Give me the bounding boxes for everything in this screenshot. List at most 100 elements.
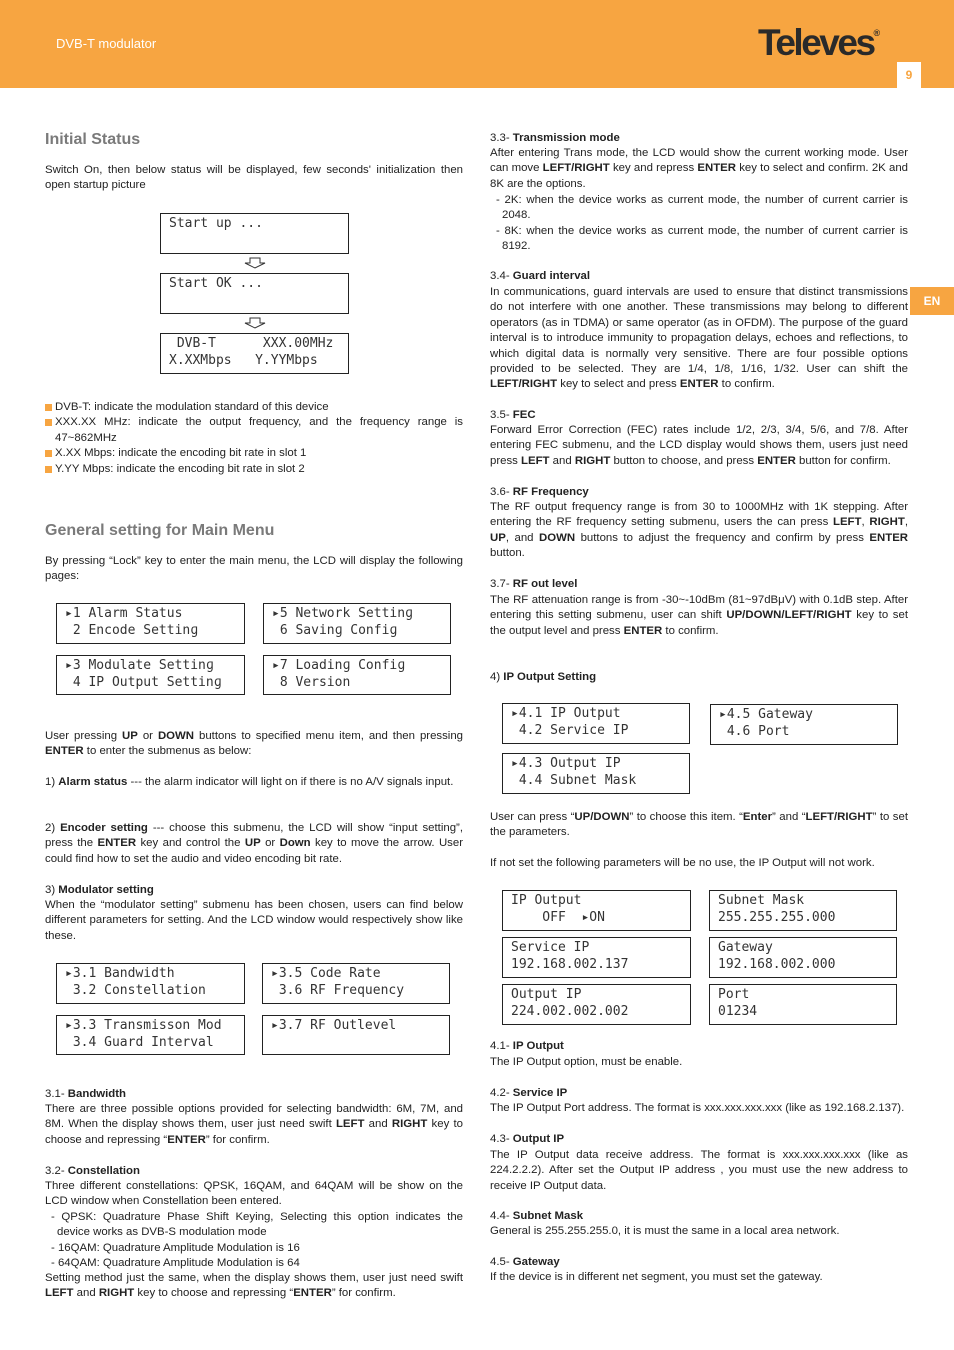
paragraph: In communications, guard intervals are u… [490, 285, 908, 393]
text-run: 4.5- [490, 1256, 513, 1268]
lcd-line: ▸7 Loadinɡ Confiɡ [272, 658, 406, 673]
lcd-display: IP Output OFF ▸ON [502, 890, 691, 931]
bold-text: Enter [742, 811, 773, 823]
text-run: The IP Output data receive address. The … [490, 1149, 908, 1192]
lcd-line: ▸4.3 Output IP [511, 756, 621, 771]
bold-text: ENTER [869, 531, 909, 544]
lcd-display: ▸3.5 Code Rate 3.6 RF Frequency [262, 963, 450, 1004]
bold-text: UP [244, 837, 261, 850]
paragraph: Forward Error Correction (FEC) rates inc… [490, 423, 908, 469]
lcd-line: 4 IP Output Settinɡ [65, 674, 222, 690]
bold-text: ENTER [97, 837, 137, 850]
text-run: User can press “ [490, 811, 575, 823]
text-run: If not set the following parameters will… [490, 857, 875, 869]
lcd-display: ▸4.5 Gateway 4.6 Port [710, 704, 898, 745]
text-run: The IP Output option, must be enable. [490, 1056, 683, 1068]
paragraph: If the device is in different net segmen… [490, 1270, 908, 1285]
bold-text: LEFT/RIGHT [805, 811, 873, 823]
subheading: 3.7- RF out level [490, 577, 908, 592]
text-run: 3.2- [45, 1165, 68, 1177]
text-run: 4) [490, 671, 504, 683]
bold-text: UP [490, 531, 506, 544]
lcd-line: 255.255.255.000 [718, 909, 836, 925]
subheading: 4.1- IP Output [490, 1039, 908, 1054]
bold-text: Alarm status [58, 776, 128, 788]
list-item: - 8K: when the device works as current m… [496, 224, 908, 253]
lcd-line [271, 1035, 441, 1052]
arrow-down-icon [244, 317, 266, 329]
lcd-display: ▸3.1 Bandwidth 3.2 Constellation [56, 963, 245, 1004]
text-run: , and [505, 531, 539, 544]
lcd-display: Port 01234 [709, 984, 897, 1025]
bold-text: Subnet Mask [512, 1210, 584, 1222]
lcd-display: Gateway 192.168.002.000 [709, 937, 897, 978]
lcd-display: ▸7 Loadinɡ Confiɡ 8 Version [263, 655, 451, 695]
text-run: to enter the submenus as below: [83, 745, 252, 758]
lcd-display: ▸4.1 IP Output 4.2 Service IP [502, 703, 690, 744]
text-run: and [364, 1118, 392, 1131]
subheading: 3.6- RF Frequency [490, 485, 908, 500]
text-run: key and control the [136, 837, 245, 850]
text-run: 2) [45, 822, 61, 834]
bold-text: RF Frequency [512, 486, 589, 498]
lcd-line: Start OK ... [169, 276, 263, 291]
section-title: General setting for Main Menu [45, 522, 275, 539]
subheading: 3.1- Bandwidth [45, 1087, 463, 1102]
text-run: The IP Output Port address. The format i… [490, 1102, 905, 1114]
lcd-line: ▸4.1 IP Output [511, 706, 621, 721]
lcd-line [169, 293, 340, 310]
language-tab: EN [910, 287, 954, 315]
text-run: 3.1- [45, 1088, 68, 1100]
lcd-line: 4.6 Port [719, 723, 790, 739]
bold-text: ENTER [697, 162, 736, 175]
lcd-display: ▸5 Network Settinɡ 6 Savinɡ Confiɡ [263, 603, 451, 644]
bold-text: Gateway [512, 1256, 560, 1268]
lcd-display: ▸4.3 Output IP 4.4 Subnet Mask [502, 753, 690, 794]
lcd-display: ▸3 Modulate Settinɡ 4 IP Output Settinɡ [56, 655, 245, 695]
text-run: to confirm. [718, 378, 775, 391]
text-run: and [73, 1287, 99, 1300]
text-run: In communications, guard intervals are u… [490, 286, 908, 376]
lcd-line: ▸5 Network Settinɡ [272, 606, 413, 621]
lcd-line: Service IP [511, 940, 590, 955]
lcd-line: 6 Savinɡ Confiɡ [272, 622, 398, 638]
text-run: 3.4- [490, 270, 513, 282]
bullet-list: DVB-T: indicate the modulation standard … [45, 400, 463, 477]
list-item: Y.YY Mbps: indicate the encoding bit rat… [45, 462, 463, 477]
text-run: ” and “ [772, 811, 806, 823]
paragraph: If not set the following parameters will… [490, 856, 908, 871]
paragraph: After entering Trans mode, the LCD would… [490, 146, 908, 192]
lcd-line: 3.2 Constellation [65, 982, 206, 998]
lcd-display: Output IP 224.002.002.002 [502, 984, 691, 1025]
text-run: ” to choose this item. “ [629, 811, 743, 823]
text-run: 3.6- [490, 486, 513, 498]
lcd-line: Output IP [511, 987, 582, 1002]
bold-text: LEFT/RIGHT [490, 378, 558, 391]
lcd-line: 2 Encode Settinɡ [65, 622, 199, 638]
text-run: When the “modulator setting” submenu has… [45, 899, 463, 942]
text-run: 4.1- [490, 1040, 513, 1052]
bold-text: LEFT [335, 1118, 365, 1131]
lcd-line: OFF ▸ON [511, 909, 605, 925]
text-run: or [137, 730, 158, 742]
paragraph: When the “modulator setting” submenu has… [45, 898, 463, 944]
bold-text: UP/DOWN/LEFT/RIGHT [726, 609, 852, 622]
bold-text: IP Output Setting [503, 671, 597, 683]
text-run: 3) [45, 884, 59, 896]
bold-text: RIGHT [574, 454, 611, 467]
lcd-line: ▸3.3 Transmisson Mod [65, 1018, 222, 1033]
list-item: DVB-T: indicate the modulation standard … [45, 400, 463, 415]
lcd-line: X.XXMbps Y.YYMbps [169, 352, 318, 368]
lcd-line: 4.2 Service IP [511, 722, 629, 738]
bold-text: FEC [512, 409, 536, 421]
document-title: DVB-T modulator [56, 36, 157, 51]
paragraph: 2) Encoder setting --- choose this subme… [45, 821, 463, 867]
bold-text: Output IP [512, 1133, 565, 1145]
bold-text: RIGHT [98, 1287, 135, 1300]
lcd-line: ▸3.5 Code Rate [271, 966, 381, 981]
text-run: 4.4- [490, 1210, 513, 1222]
lcd-line: IP Output [511, 893, 582, 908]
lcd-line: ▸3.7 RF Outlevel [271, 1018, 397, 1033]
lcd-line: 3.4 Guard Interval [65, 1034, 214, 1050]
text-run: button. [490, 547, 525, 560]
